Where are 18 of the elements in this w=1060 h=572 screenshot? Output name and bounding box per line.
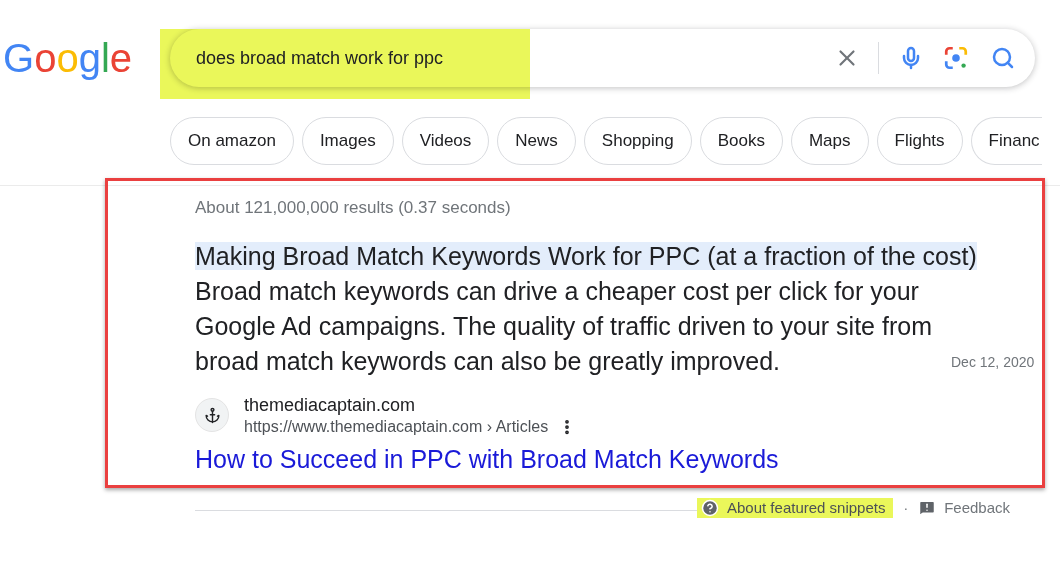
feedback-link[interactable]: Feedback — [918, 496, 1010, 520]
separator-dot: · — [903, 498, 909, 518]
search-query: does broad match work for ppc — [195, 46, 445, 70]
feedback-icon — [918, 499, 937, 517]
search-icon[interactable] — [991, 46, 1015, 70]
help-icon — [701, 499, 719, 517]
snippet-date: Dec 12, 2020 — [951, 353, 1035, 372]
camera-lens-icon[interactable] — [943, 45, 969, 71]
snippet-title: Making Broad Match Keywords Work for PPC (at a fraction of the cost) — [195, 242, 977, 270]
about-snippets-link[interactable]: About featured snippets — [697, 498, 894, 518]
site-name[interactable]: themediacaptain.com — [244, 393, 577, 417]
snippet-text: Broad match keywords can drive a cheaper cost per click for your Google Ad campaigns. The quality of traffic driven to your site from broad match keywords can also be greatly improved. — [195, 276, 933, 377]
site-favicon[interactable] — [195, 398, 229, 432]
results-count: About 121,000,000 results (0.37 seconds) — [195, 197, 512, 219]
site-url[interactable]: https://www.themediacaptain.com › Articles — [244, 417, 549, 437]
result-link[interactable]: How to Succeed in PPC with Broad Match Keywords — [195, 443, 779, 475]
anchor-icon — [203, 406, 221, 424]
google-logo[interactable]: Google — [0, 27, 136, 90]
